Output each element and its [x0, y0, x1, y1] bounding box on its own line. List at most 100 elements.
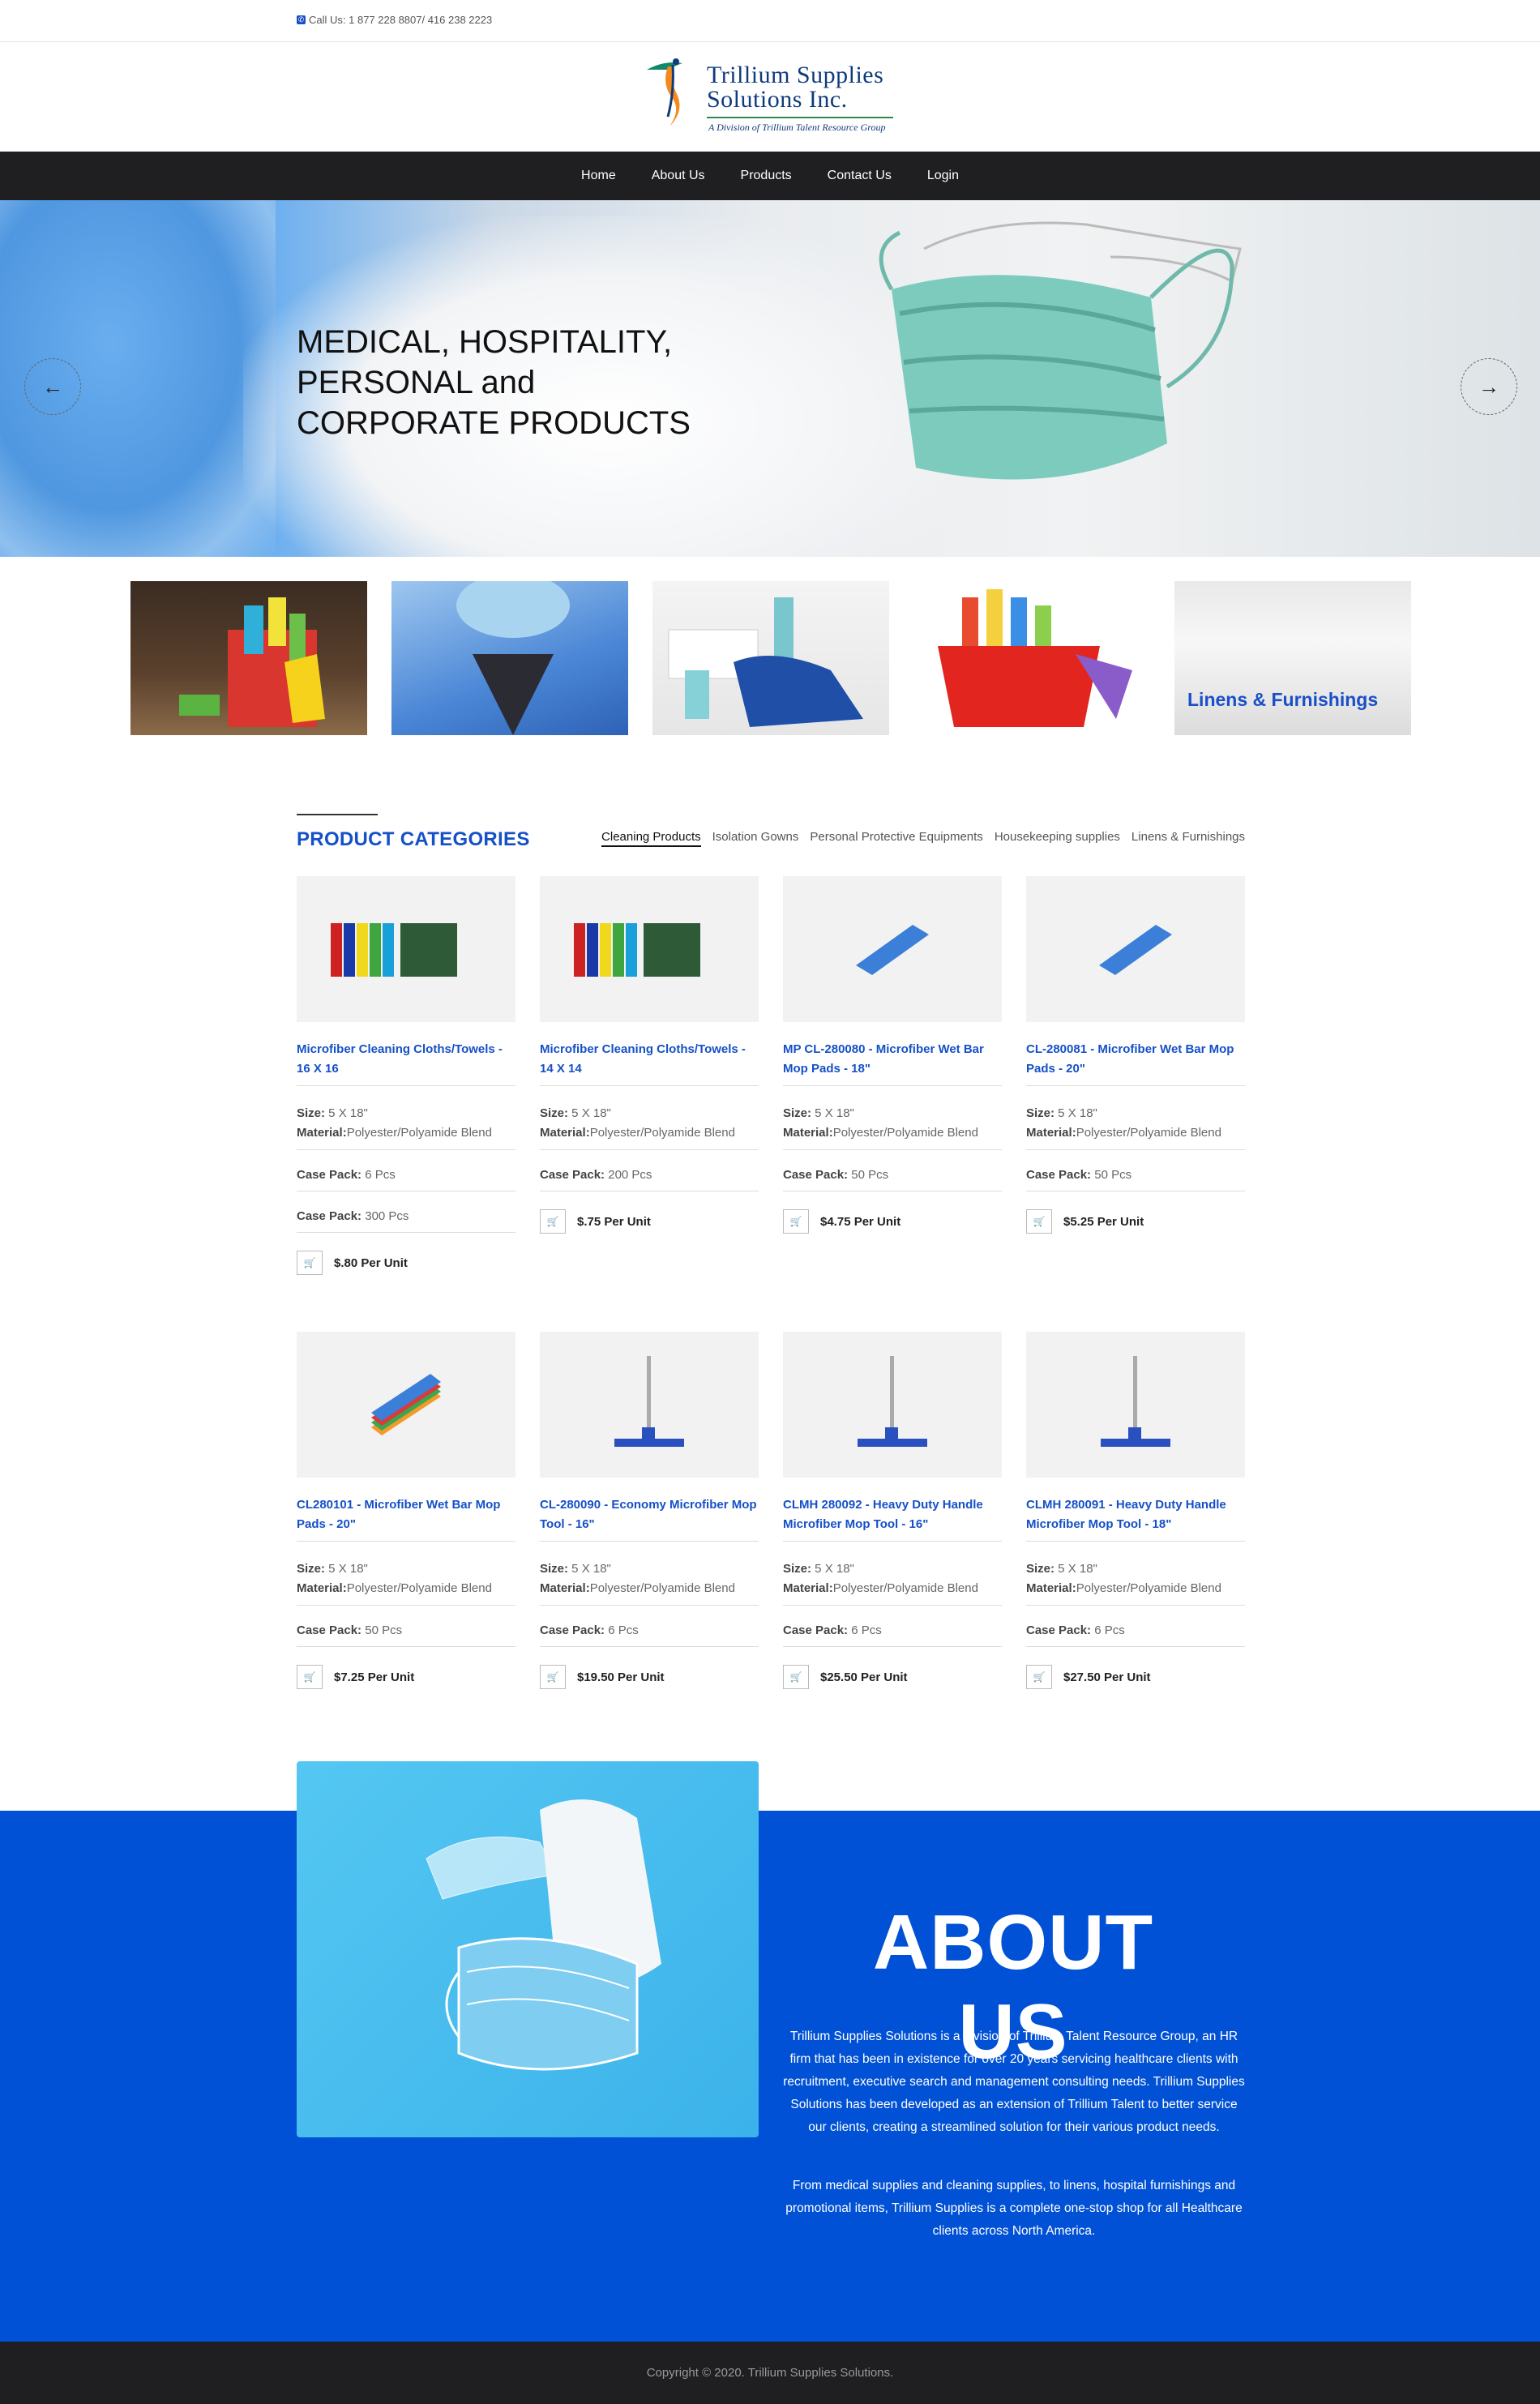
cart-icon[interactable]: 🛒: [297, 1251, 323, 1275]
top-bar: ✆ Call Us: 1 877 228 8807/ 416 238 2223: [0, 0, 1540, 42]
nav-products[interactable]: Products: [741, 169, 792, 183]
category-tile-cleaning-products[interactable]: [130, 581, 367, 735]
product-name[interactable]: Microfiber Cleaning Cloths/Towels - 16 X…: [297, 1040, 515, 1079]
category-tabs: Cleaning Products Isolation Gowns Person…: [601, 830, 1245, 847]
divider: [297, 1085, 515, 1086]
product-specs: Size: 5 X 18" Material:Polyester/Polyami…: [297, 1106, 492, 1140]
product-name[interactable]: CL-280081 - Microfiber Wet Bar Mop Pads …: [1026, 1040, 1245, 1079]
product-image[interactable]: [540, 1332, 759, 1478]
divider: [1026, 1646, 1245, 1647]
tab-personal-protective-equipments[interactable]: Personal Protective Equipments: [810, 830, 982, 847]
product-card[interactable]: CL-280090 - Economy Microfiber Mop Tool …: [540, 1332, 759, 1689]
nav-home[interactable]: Home: [581, 169, 616, 183]
nav-about-us[interactable]: About Us: [652, 169, 705, 183]
product-price-row: 🛒 $5.25 Per Unit: [1026, 1209, 1245, 1234]
product-price-row: 🛒 $4.75 Per Unit: [783, 1209, 1002, 1234]
arrow-left-icon: ←: [42, 374, 63, 399]
product-casepack: Case Pack: 50 Pcs: [1026, 1168, 1132, 1182]
cart-icon[interactable]: 🛒: [540, 1209, 566, 1234]
mop-tool-image: [858, 1356, 927, 1447]
mop-pad-image: [1099, 925, 1172, 975]
divider: [1026, 1085, 1245, 1086]
product-image[interactable]: [1026, 876, 1245, 1022]
divider: [783, 1646, 1002, 1647]
product-card[interactable]: CL280101 - Microfiber Wet Bar Mop Pads -…: [297, 1332, 515, 1689]
cart-icon[interactable]: 🛒: [297, 1665, 323, 1689]
product-card[interactable]: Microfiber Cleaning Cloths/Towels - 14 X…: [540, 876, 759, 1234]
logo[interactable]: Trillium Supplies Solutions Inc. A Divis…: [640, 52, 908, 143]
product-casepack: Case Pack: 50 Pcs: [297, 1623, 403, 1637]
divider: [783, 1085, 1002, 1086]
logo-text-line2: Solutions Inc.: [707, 86, 848, 113]
product-price-row: 🛒 $.80 Per Unit: [297, 1251, 515, 1275]
product-specs: Size: 5 X 18" Material:Polyester/Polyami…: [297, 1562, 492, 1595]
product-specs: Size: 5 X 18" Material:Polyester/Polyami…: [540, 1106, 735, 1140]
product-image[interactable]: [540, 876, 759, 1022]
product-categories-header: PRODUCT CATEGORIES Cleaning Products Iso…: [297, 814, 1245, 862]
hero-line2-and: and: [481, 365, 536, 400]
about-image: [297, 1761, 759, 2137]
product-name[interactable]: CLMH 280092 - Heavy Duty Handle Microfib…: [783, 1495, 1002, 1534]
hero-slider: MEDICAL, HOSPITALITY, PERSONAL and CORPO…: [0, 200, 1540, 557]
nav-login[interactable]: Login: [927, 169, 959, 183]
product-image[interactable]: [297, 876, 515, 1022]
product-image[interactable]: [783, 876, 1002, 1022]
cart-icon[interactable]: 🛒: [783, 1665, 809, 1689]
hero-next-button[interactable]: →: [1461, 358, 1517, 415]
category-tile-isolation-gowns[interactable]: [391, 581, 628, 735]
section-title: PRODUCT CATEGORIES: [297, 828, 530, 850]
phone-icon: ✆: [297, 15, 306, 24]
product-casepack: Case Pack: 50 Pcs: [783, 1168, 889, 1182]
phone-info: ✆ Call Us: 1 877 228 8807/ 416 238 2223: [297, 14, 492, 26]
divider: [1026, 1149, 1245, 1150]
product-casepack: Case Pack: 200 Pcs: [540, 1168, 652, 1182]
product-name[interactable]: CL-280090 - Economy Microfiber Mop Tool …: [540, 1495, 759, 1534]
mop-pads-stack-image: [371, 1374, 441, 1435]
divider: [297, 1646, 515, 1647]
product-image[interactable]: [297, 1332, 515, 1478]
hero-heading: MEDICAL, HOSPITALITY, PERSONAL and CORPO…: [297, 322, 691, 443]
product-price-row: 🛒 $19.50 Per Unit: [540, 1665, 759, 1689]
product-price-row: 🛒 $27.50 Per Unit: [1026, 1665, 1245, 1689]
cart-icon[interactable]: 🛒: [783, 1209, 809, 1234]
divider: [540, 1085, 759, 1086]
divider: [540, 1541, 759, 1542]
cart-icon[interactable]: 🛒: [540, 1665, 566, 1689]
tab-isolation-gowns[interactable]: Isolation Gowns: [712, 830, 799, 847]
divider: [783, 1149, 1002, 1150]
product-image[interactable]: [783, 1332, 1002, 1478]
category-strip: Linens & Furnishings: [130, 581, 1411, 735]
tab-cleaning-products[interactable]: Cleaning Products: [601, 830, 701, 847]
tab-linens-furnishings[interactable]: Linens & Furnishings: [1131, 830, 1245, 847]
product-name[interactable]: CLMH 280091 - Heavy Duty Handle Microfib…: [1026, 1495, 1245, 1534]
logo-text-line1: Trillium Supplies: [707, 62, 884, 88]
cart-icon[interactable]: 🛒: [1026, 1665, 1052, 1689]
main-nav: Home About Us Products Contact Us Login: [0, 152, 1540, 200]
product-card[interactable]: CL-280081 - Microfiber Wet Bar Mop Pads …: [1026, 876, 1245, 1234]
product-name[interactable]: Microfiber Cleaning Cloths/Towels - 14 X…: [540, 1040, 759, 1079]
hero-line3: CORPORATE PRODUCTS: [297, 405, 691, 441]
product-price-row: 🛒 $25.50 Per Unit: [783, 1665, 1002, 1689]
arrow-right-icon: →: [1478, 374, 1499, 399]
copyright-text: Copyright © 2020. Trillium Supplies Solu…: [646, 2366, 894, 2380]
product-card[interactable]: MP CL-280080 - Microfiber Wet Bar Mop Pa…: [783, 876, 1002, 1234]
mop-tool-image: [1101, 1356, 1170, 1447]
hero-prev-button[interactable]: ←: [24, 358, 81, 415]
housekeeping-basket-image: [938, 589, 1132, 727]
category-tile-housekeeping-supplies[interactable]: [913, 581, 1150, 735]
mop-tool-image: [614, 1356, 684, 1447]
product-card[interactable]: CLMH 280091 - Heavy Duty Handle Microfib…: [1026, 1332, 1245, 1689]
nav-contact-us[interactable]: Contact Us: [828, 169, 892, 183]
trillium-logo-mark: [647, 58, 682, 126]
category-tile-personal-protective-equipments[interactable]: [652, 581, 889, 735]
product-name[interactable]: CL280101 - Microfiber Wet Bar Mop Pads -…: [297, 1495, 515, 1534]
product-name[interactable]: MP CL-280080 - Microfiber Wet Bar Mop Pa…: [783, 1040, 1002, 1079]
product-price-row: 🛒 $7.25 Per Unit: [297, 1665, 515, 1689]
product-card[interactable]: CLMH 280092 - Heavy Duty Handle Microfib…: [783, 1332, 1002, 1689]
tab-housekeeping-supplies[interactable]: Housekeeping supplies: [995, 830, 1120, 847]
cart-icon[interactable]: 🛒: [1026, 1209, 1052, 1234]
product-card[interactable]: Microfiber Cleaning Cloths/Towels - 16 X…: [297, 876, 515, 1275]
category-tile-linens-furnishings[interactable]: Linens & Furnishings: [1174, 581, 1411, 735]
product-image[interactable]: [1026, 1332, 1245, 1478]
divider: [540, 1605, 759, 1606]
